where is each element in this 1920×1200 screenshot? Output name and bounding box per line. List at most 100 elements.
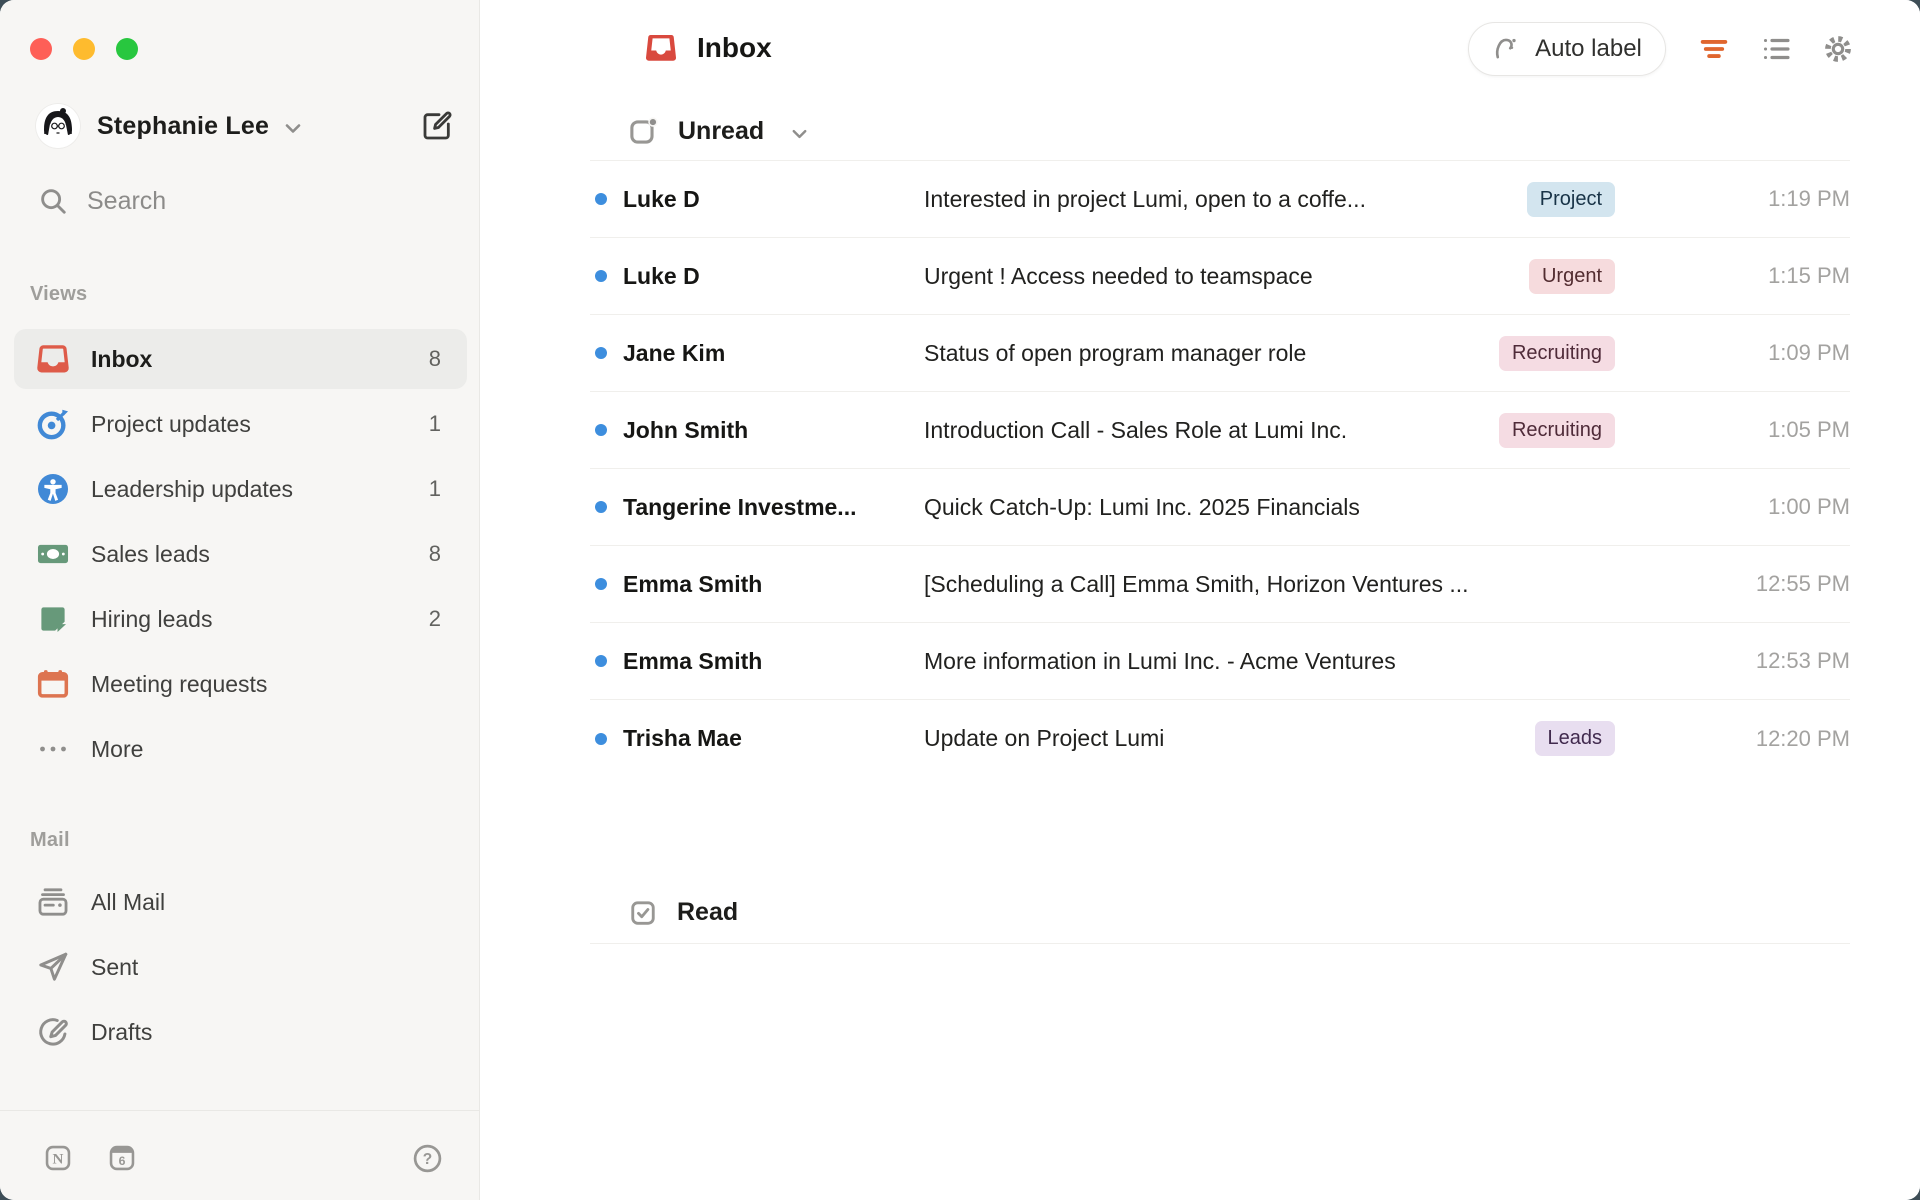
- email-subject: Interested in project Lumi, open to a co…: [924, 186, 1527, 213]
- window-controls: [30, 38, 138, 60]
- sidebar-footer: N 6 ?: [44, 1142, 443, 1174]
- auto-label-button[interactable]: Auto label: [1468, 22, 1666, 76]
- list-icon[interactable]: [1759, 32, 1793, 66]
- avatar: [36, 104, 80, 148]
- email-subject: Update on Project Lumi: [924, 725, 1535, 752]
- send-icon: [36, 950, 70, 984]
- inbox-panel: Inbox Auto label: [480, 0, 1920, 1200]
- read-section-toggle[interactable]: Read: [590, 882, 1850, 944]
- money-icon: [36, 537, 70, 571]
- sidebar-item-inbox[interactable]: Inbox 8: [14, 329, 467, 389]
- email-time: 1:15 PM: [1615, 263, 1850, 289]
- email-row[interactable]: Jane Kim Status of open program manager …: [590, 315, 1850, 392]
- email-label-badge: Recruiting: [1499, 336, 1615, 371]
- email-row[interactable]: Tangerine Investme... Quick Catch-Up: Lu…: [590, 469, 1850, 546]
- checkbox-checked-icon: [628, 898, 658, 928]
- email-subject: Quick Catch-Up: Lumi Inc. 2025 Financial…: [924, 494, 1615, 521]
- email-subject: Urgent ! Access needed to teamspace: [924, 263, 1529, 290]
- accessibility-icon: [36, 472, 70, 506]
- sidebar-item-hiring-leads[interactable]: Hiring leads 2: [14, 589, 467, 649]
- email-list: Luke D Interested in project Lumi, open …: [590, 160, 1850, 777]
- unread-dot: [595, 270, 607, 282]
- mail-section-label: Mail: [30, 829, 70, 852]
- email-sender: Tangerine Investme...: [623, 494, 924, 521]
- unread-filter-dropdown[interactable]: Unread: [628, 116, 811, 147]
- inbox-icon: [643, 30, 679, 66]
- notion-app-icon[interactable]: N: [44, 1144, 72, 1172]
- email-sender: Emma Smith: [623, 648, 924, 675]
- svg-text:6: 6: [119, 1154, 126, 1168]
- close-window-button[interactable]: [30, 38, 52, 60]
- email-row[interactable]: Luke D Interested in project Lumi, open …: [590, 161, 1850, 238]
- chevron-down-icon: [788, 122, 811, 145]
- sidebar-item-drafts[interactable]: Drafts: [14, 1002, 467, 1062]
- email-label-badge: Urgent: [1529, 259, 1615, 294]
- calendar-icon: [36, 667, 70, 701]
- filter-icon[interactable]: [1697, 32, 1731, 66]
- help-icon[interactable]: ?: [412, 1143, 443, 1174]
- compose-icon[interactable]: [421, 110, 453, 142]
- search-button[interactable]: Search: [38, 186, 166, 216]
- sidebar-item-more[interactable]: More: [14, 719, 467, 779]
- email-subject: More information in Lumi Inc. - Acme Ven…: [924, 648, 1615, 675]
- all-mail-icon: [36, 885, 70, 919]
- email-time: 12:53 PM: [1615, 648, 1850, 674]
- zoom-window-button[interactable]: [116, 38, 138, 60]
- views-section-label: Views: [30, 283, 87, 306]
- email-sender: John Smith: [623, 417, 924, 444]
- unread-dot: [595, 578, 607, 590]
- note-icon: [36, 602, 70, 636]
- sidebar-item-meeting-requests[interactable]: Meeting requests: [14, 654, 467, 714]
- search-label: Search: [87, 187, 166, 216]
- sidebar-item-all-mail[interactable]: All Mail: [14, 872, 467, 932]
- toolbar-icons: [1697, 32, 1855, 66]
- email-row[interactable]: Luke D Urgent ! Access needed to teamspa…: [590, 238, 1850, 315]
- sidebar-item-leadership-updates[interactable]: Leadership updates 1: [14, 459, 467, 519]
- unread-dot: [595, 733, 607, 745]
- unread-dot: [595, 501, 607, 513]
- sidebar: Stephanie Lee Search Views Inbox 8 P: [0, 0, 480, 1200]
- page-title: Inbox: [697, 32, 772, 64]
- email-label-badge: Project: [1527, 182, 1615, 217]
- minimize-window-button[interactable]: [73, 38, 95, 60]
- unread-dot: [595, 424, 607, 436]
- unread-filter-label: Unread: [678, 117, 764, 146]
- ellipsis-icon: [36, 732, 70, 766]
- email-time: 12:20 PM: [1615, 726, 1850, 752]
- email-time: 1:19 PM: [1615, 186, 1850, 212]
- svg-text:?: ?: [423, 1150, 432, 1167]
- email-time: 1:05 PM: [1615, 417, 1850, 443]
- mail-list: All Mail Sent Drafts: [14, 872, 467, 1067]
- email-row[interactable]: Trisha Mae Update on Project Lumi Leads …: [590, 700, 1850, 777]
- account-switcher[interactable]: Stephanie Lee: [36, 103, 453, 149]
- auto-label-wand-icon: [1492, 34, 1522, 64]
- chevron-down-icon: [281, 116, 305, 140]
- sidebar-footer-divider: [0, 1110, 479, 1111]
- email-label-badge: Leads: [1535, 721, 1616, 756]
- email-time: 1:00 PM: [1615, 494, 1850, 520]
- notion-calendar-icon[interactable]: 6: [108, 1144, 136, 1172]
- gear-icon[interactable]: [1821, 32, 1855, 66]
- inbox-header: Inbox: [643, 30, 772, 66]
- email-subject: [Scheduling a Call] Emma Smith, Horizon …: [924, 571, 1615, 598]
- read-section-label: Read: [677, 898, 738, 927]
- email-sender: Luke D: [623, 263, 924, 290]
- sidebar-item-sales-leads[interactable]: Sales leads 8: [14, 524, 467, 584]
- email-sender: Jane Kim: [623, 340, 924, 367]
- email-sender: Emma Smith: [623, 571, 924, 598]
- sidebar-item-sent[interactable]: Sent: [14, 937, 467, 997]
- drafts-icon: [36, 1015, 70, 1049]
- svg-text:N: N: [53, 1151, 64, 1168]
- email-row[interactable]: John Smith Introduction Call - Sales Rol…: [590, 392, 1850, 469]
- inbox-icon: [36, 342, 70, 376]
- email-subject: Introduction Call - Sales Role at Lumi I…: [924, 417, 1499, 444]
- email-row[interactable]: Emma Smith More information in Lumi Inc.…: [590, 623, 1850, 700]
- email-time: 1:09 PM: [1615, 340, 1850, 366]
- auto-label-text: Auto label: [1535, 35, 1642, 63]
- email-row[interactable]: Emma Smith [Scheduling a Call] Emma Smit…: [590, 546, 1850, 623]
- views-list: Inbox 8 Project updates 1 Leadership upd…: [14, 329, 467, 784]
- unread-square-icon: [628, 116, 659, 147]
- unread-dot: [595, 193, 607, 205]
- email-time: 12:55 PM: [1615, 571, 1850, 597]
- sidebar-item-project-updates[interactable]: Project updates 1: [14, 394, 467, 454]
